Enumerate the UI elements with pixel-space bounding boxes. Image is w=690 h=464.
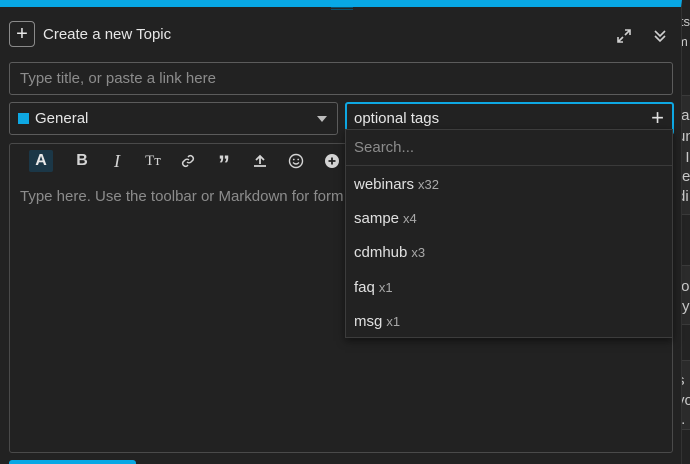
create-topic-button[interactable]	[9, 460, 136, 464]
blockquote-button[interactable]: ”	[211, 150, 237, 178]
tag-count: x1	[386, 314, 401, 329]
plus-circle-icon	[325, 154, 339, 168]
tag-name: webinars	[354, 176, 415, 193]
link-button[interactable]	[175, 150, 201, 172]
category-select[interactable]: General	[9, 102, 338, 135]
tag-name: faq	[354, 279, 375, 296]
tag-count: x1	[378, 280, 393, 295]
heading-button[interactable]: Tт	[140, 150, 166, 172]
bold-icon: B	[76, 152, 88, 169]
composer-title: Create a new Topic	[43, 25, 172, 43]
resize-grip[interactable]	[331, 7, 353, 10]
tag-option-msg[interactable]: msg x1	[354, 313, 400, 330]
double-chevron-down-icon	[654, 30, 666, 43]
tag-count: x3	[411, 245, 426, 260]
tag-count: x4	[403, 211, 417, 226]
fullscreen-button[interactable]	[615, 27, 633, 45]
category-label: General	[35, 110, 89, 127]
upload-button[interactable]	[247, 150, 273, 172]
tag-search-placeholder: Search...	[354, 139, 415, 156]
heading-icon: Tт	[145, 152, 161, 169]
topic-title-input[interactable]	[9, 62, 673, 95]
italic-icon: I	[114, 150, 120, 171]
tag-option-faq[interactable]: faq x1	[354, 279, 393, 296]
caret-down-icon	[317, 116, 327, 122]
tag-option-webinars[interactable]: webinars x32	[354, 176, 439, 193]
tag-dropdown: Search... webinars x32 sampe x4 cdmhub x3 f…	[345, 129, 673, 338]
expand-icon	[617, 29, 631, 43]
emoji-icon	[288, 153, 304, 169]
emoji-button[interactable]	[283, 150, 309, 172]
font-icon: A	[35, 152, 47, 169]
category-color-swatch	[18, 113, 29, 124]
tags-label: optional tags	[354, 110, 440, 127]
font-style-button[interactable]: A	[29, 150, 53, 172]
tag-name: cdmhub	[354, 244, 408, 261]
plus-icon: +	[9, 21, 35, 47]
link-icon	[181, 154, 195, 168]
plus-icon: +	[651, 105, 664, 130]
quote-icon: ”	[218, 151, 230, 178]
italic-button[interactable]: I	[104, 150, 130, 172]
bold-button[interactable]: B	[69, 150, 95, 172]
upload-icon	[254, 154, 266, 167]
tag-option-sampe[interactable]: sampe x4	[354, 210, 417, 227]
collapse-button[interactable]	[651, 27, 669, 45]
composer-header: + Create a new Topic	[9, 21, 171, 47]
tag-count: x32	[418, 177, 439, 192]
tag-name: sampe	[354, 210, 400, 227]
tag-option-cdmhub[interactable]: cdmhub x3	[354, 244, 425, 261]
more-button[interactable]	[319, 150, 345, 172]
editor-placeholder: Type here. Use the toolbar or Markdown f…	[20, 188, 344, 205]
tag-search-input[interactable]: Search...	[346, 130, 672, 166]
tag-name: msg	[354, 313, 383, 330]
